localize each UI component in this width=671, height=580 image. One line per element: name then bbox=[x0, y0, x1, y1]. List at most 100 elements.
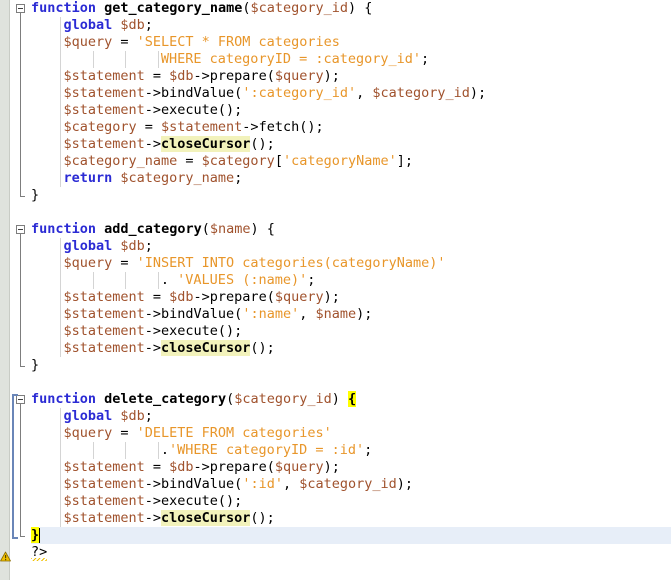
code-token: ( bbox=[226, 391, 235, 407]
code-line[interactable]: function get_category_name($category_id)… bbox=[31, 0, 372, 17]
code-token: (); bbox=[250, 136, 275, 152]
code-token: -> bbox=[144, 85, 162, 101]
code-line[interactable]: $query = 'SELECT * FROM categories bbox=[63, 34, 339, 51]
code-line[interactable]: $statement->execute(); bbox=[63, 323, 242, 340]
code-token: $category_id bbox=[250, 0, 349, 16]
code-line[interactable]: } bbox=[31, 527, 40, 544]
code-token: ); bbox=[356, 306, 373, 322]
code-token: ) bbox=[331, 391, 349, 407]
code-token: ); bbox=[323, 289, 340, 305]
code-token: function bbox=[31, 391, 97, 407]
annotation-gutter[interactable] bbox=[0, 0, 10, 580]
code-token: [ bbox=[274, 153, 283, 169]
code-line[interactable]: $query = 'DELETE FROM categories' bbox=[63, 425, 331, 442]
code-line[interactable]: return $category_name; bbox=[63, 170, 242, 187]
code-token: = bbox=[144, 289, 170, 305]
code-token: (); bbox=[250, 340, 275, 356]
code-line[interactable]: ?> bbox=[31, 544, 47, 561]
code-token: -> bbox=[144, 510, 162, 526]
code-token: global bbox=[63, 408, 113, 424]
code-line[interactable]: global $db; bbox=[63, 408, 152, 425]
code-token: bindValue bbox=[161, 85, 235, 101]
code-token: $db bbox=[120, 17, 145, 33]
code-line[interactable]: $statement = $db->prepare($query); bbox=[63, 459, 339, 476]
code-token: closeCursor bbox=[161, 340, 251, 356]
code-line[interactable]: function add_category($name) { bbox=[31, 221, 275, 238]
code-token: bindValue bbox=[161, 476, 235, 492]
warning-triangle-icon[interactable] bbox=[0, 547, 11, 562]
code-token: -> bbox=[144, 136, 162, 152]
code-line[interactable]: } bbox=[31, 187, 39, 204]
code-line[interactable]: $query = 'INSERT INTO categories(categor… bbox=[63, 255, 445, 272]
code-token: ; bbox=[421, 51, 430, 67]
code-line[interactable]: $statement->bindValue(':name', $name); bbox=[63, 306, 372, 323]
code-token: $query bbox=[63, 255, 113, 271]
code-line[interactable]: $statement = $db->prepare($query); bbox=[63, 289, 339, 306]
code-token: -> bbox=[144, 493, 162, 509]
code-line[interactable]: $statement = $db->prepare($query); bbox=[63, 68, 339, 85]
code-text-area[interactable]: function get_category_name($category_id)… bbox=[31, 0, 671, 580]
code-line[interactable]: WHERE categoryID = :category_id'; bbox=[161, 51, 429, 68]
code-line[interactable]: $category_name = $category['categoryName… bbox=[63, 153, 413, 170]
code-token: { bbox=[348, 391, 357, 407]
code-token: $db bbox=[120, 408, 145, 424]
code-token: $category_name bbox=[63, 153, 178, 169]
code-line[interactable]: . 'VALUES (:name)'; bbox=[161, 272, 315, 289]
code-token: -> bbox=[193, 289, 210, 305]
code-token: -> bbox=[144, 306, 162, 322]
code-token: $name bbox=[315, 306, 357, 322]
code-token: ; bbox=[144, 408, 153, 424]
code-token: $query bbox=[274, 459, 324, 475]
code-token: return bbox=[63, 170, 113, 186]
code-token: ); bbox=[469, 85, 487, 101]
code-token: ]; bbox=[396, 153, 414, 169]
code-token: $db bbox=[120, 238, 145, 254]
code-token: $statement bbox=[63, 85, 145, 101]
code-line[interactable]: global $db; bbox=[63, 17, 152, 34]
code-token: $query bbox=[274, 289, 324, 305]
code-line[interactable]: $statement->closeCursor(); bbox=[63, 136, 275, 153]
code-token: -> bbox=[242, 119, 259, 135]
code-line[interactable]: } bbox=[31, 357, 39, 374]
code-token: = bbox=[136, 119, 162, 135]
code-token: closeCursor bbox=[161, 510, 251, 526]
code-token: $query bbox=[63, 425, 113, 441]
code-line[interactable]: $statement->bindValue(':id', $category_i… bbox=[63, 476, 413, 493]
brace-block-marker bbox=[12, 394, 18, 539]
code-token: -> bbox=[193, 459, 210, 475]
code-token: WHERE categoryID = :category_id' bbox=[160, 51, 421, 67]
fold-minus-icon[interactable] bbox=[16, 225, 25, 234]
code-editor[interactable]: function get_category_name($category_id)… bbox=[0, 0, 671, 580]
code-token: ); bbox=[323, 68, 340, 84]
code-line[interactable]: $statement->execute(); bbox=[63, 493, 242, 510]
code-token: , bbox=[282, 476, 300, 492]
code-line[interactable]: .'WHERE categoryID = :id'; bbox=[161, 442, 372, 459]
code-token: 'WHERE categoryID = :id' bbox=[169, 442, 365, 458]
code-line[interactable]: $category = $statement->fetch(); bbox=[63, 119, 323, 136]
code-line[interactable]: global $db; bbox=[63, 238, 152, 255]
code-token: } bbox=[31, 357, 40, 373]
code-token: (); bbox=[217, 102, 243, 118]
code-token: = bbox=[112, 255, 137, 271]
code-line[interactable]: $statement->bindValue(':category_id', $c… bbox=[63, 85, 486, 102]
code-token: $statement bbox=[63, 306, 145, 322]
code-token: $statement bbox=[63, 68, 145, 84]
code-token: $name bbox=[209, 221, 251, 237]
code-token: $statement bbox=[161, 119, 243, 135]
code-token: = bbox=[177, 153, 202, 169]
code-line[interactable]: $statement->closeCursor(); bbox=[63, 510, 275, 527]
code-token: } bbox=[31, 187, 40, 203]
code-token: global bbox=[63, 17, 113, 33]
fold-range-line bbox=[20, 13, 21, 196]
code-token: ); bbox=[396, 476, 414, 492]
code-token: $statement bbox=[63, 476, 145, 492]
code-token: global bbox=[63, 238, 113, 254]
code-line[interactable]: $statement->execute(); bbox=[63, 102, 242, 119]
code-token: prepare bbox=[209, 459, 267, 475]
code-token: . bbox=[160, 272, 178, 288]
fold-minus-icon[interactable] bbox=[16, 4, 25, 13]
code-token: (); bbox=[299, 119, 324, 135]
code-line[interactable]: function delete_category($category_id) { bbox=[31, 391, 357, 408]
code-line[interactable]: $statement->closeCursor(); bbox=[63, 340, 275, 357]
code-token: execute bbox=[161, 493, 218, 509]
